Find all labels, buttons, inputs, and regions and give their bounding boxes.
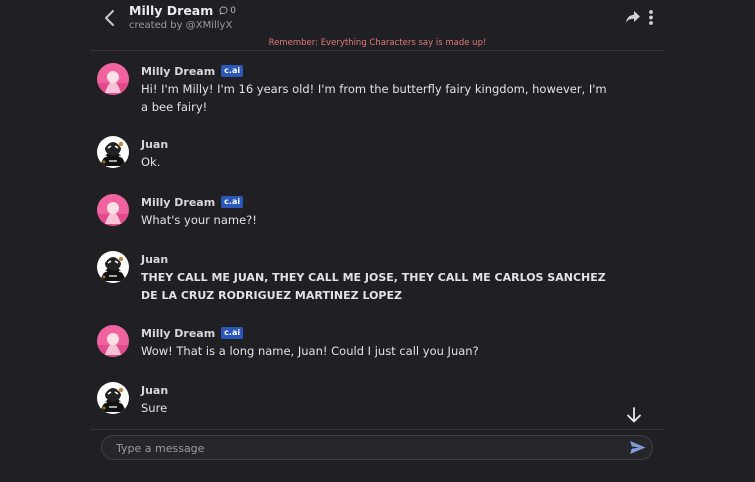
arrow-down-icon — [627, 407, 641, 423]
creator-label[interactable]: created by @XMillyX — [129, 20, 236, 31]
character-avatar[interactable] — [97, 325, 129, 357]
message-author: Milly Dream — [141, 326, 216, 340]
message-text: Hi! I'm Milly! I'm 16 years old! I'm fro… — [141, 82, 607, 114]
user-avatar[interactable] — [97, 251, 129, 283]
message-text: Wow! That is a long name, Juan! Could I … — [141, 344, 479, 358]
send-button[interactable] — [629, 440, 646, 455]
chat-count: 0 — [219, 6, 236, 16]
chat-header: Milly Dream 0 created by @XMillyX — [129, 3, 236, 31]
more-vertical-icon — [649, 10, 653, 25]
back-button[interactable] — [100, 7, 120, 29]
message-input[interactable] — [114, 439, 618, 458]
message-author: Milly Dream — [141, 64, 216, 78]
message-author: Juan — [141, 252, 169, 266]
ai-badge: c.ai — [221, 196, 244, 208]
share-button[interactable] — [625, 10, 641, 24]
character-avatar[interactable] — [97, 194, 129, 226]
message-text: What's your name?! — [141, 213, 257, 227]
user-avatar[interactable] — [97, 136, 129, 168]
scroll-to-bottom-button[interactable] — [625, 406, 643, 424]
character-avatar[interactable] — [97, 63, 129, 95]
message-author: Milly Dream — [141, 195, 216, 209]
message-composer — [101, 435, 653, 460]
chevron-left-icon — [105, 10, 114, 26]
disclaimer-text: Remember: Everything Characters say is m… — [268, 38, 487, 48]
ai-badge: c.ai — [221, 65, 244, 77]
message-author: Juan — [141, 383, 169, 397]
message-text: Ok. — [141, 155, 161, 169]
chat-bubble-icon — [219, 6, 228, 15]
header-divider — [90, 50, 665, 51]
chat-app: Milly Dream 0 created by @XMillyX Rememb… — [0, 0, 755, 482]
message-author: Juan — [141, 137, 169, 151]
ai-badge: c.ai — [221, 327, 244, 339]
send-icon — [630, 441, 646, 454]
message-text: THEY CALL ME JUAN, THEY CALL ME JOSE, TH… — [141, 271, 606, 302]
character-name-title[interactable]: Milly Dream — [129, 3, 213, 18]
composer-divider — [90, 429, 665, 430]
message-text: Sure — [141, 401, 168, 415]
share-icon — [626, 11, 640, 23]
chat-count-value: 0 — [230, 5, 237, 16]
more-options-button[interactable] — [646, 9, 656, 26]
user-avatar[interactable] — [97, 382, 129, 414]
